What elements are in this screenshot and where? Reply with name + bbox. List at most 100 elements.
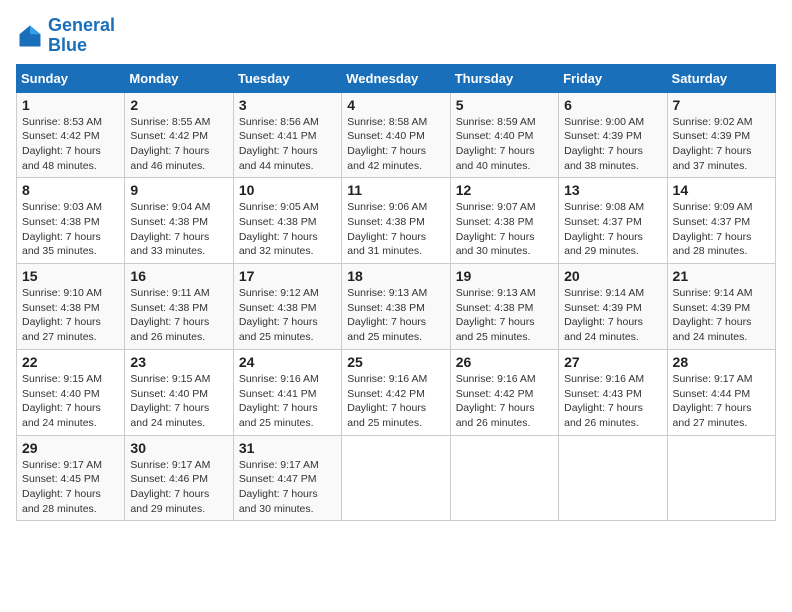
day-number: 25 [347,354,444,370]
daylight: Daylight: 7 hours and 42 minutes. [347,145,426,172]
day-number: 1 [22,97,119,113]
daylight: Daylight: 7 hours and 30 minutes. [456,231,535,258]
cell-info: Sunrise: 8:53 AM Sunset: 4:42 PM Dayligh… [22,115,119,174]
daylight: Daylight: 7 hours and 25 minutes. [239,402,318,429]
sunrise: Sunrise: 9:13 AM [347,287,427,299]
day-number: 3 [239,97,336,113]
cell-info: Sunrise: 9:13 AM Sunset: 4:38 PM Dayligh… [456,286,553,345]
calendar-cell: 12 Sunrise: 9:07 AM Sunset: 4:38 PM Dayl… [450,178,558,264]
calendar-cell: 22 Sunrise: 9:15 AM Sunset: 4:40 PM Dayl… [17,349,125,435]
calendar-cell: 3 Sunrise: 8:56 AM Sunset: 4:41 PM Dayli… [233,92,341,178]
daylight: Daylight: 7 hours and 25 minutes. [239,316,318,343]
day-number: 15 [22,268,119,284]
sunrise: Sunrise: 9:14 AM [564,287,644,299]
sunrise: Sunrise: 9:08 AM [564,201,644,213]
cell-info: Sunrise: 9:15 AM Sunset: 4:40 PM Dayligh… [22,372,119,431]
daylight: Daylight: 7 hours and 48 minutes. [22,145,101,172]
sunrise: Sunrise: 9:16 AM [456,373,536,385]
day-number: 26 [456,354,553,370]
day-number: 30 [130,440,227,456]
cell-info: Sunrise: 9:16 AM Sunset: 4:41 PM Dayligh… [239,372,336,431]
sunrise: Sunrise: 9:00 AM [564,116,644,128]
day-number: 19 [456,268,553,284]
calendar-cell [450,435,558,521]
day-number: 27 [564,354,661,370]
sunrise: Sunrise: 8:58 AM [347,116,427,128]
day-number: 23 [130,354,227,370]
day-number: 29 [22,440,119,456]
sunrise: Sunrise: 9:09 AM [673,201,753,213]
sunset: Sunset: 4:42 PM [130,130,208,142]
daylight: Daylight: 7 hours and 28 minutes. [22,488,101,515]
cell-info: Sunrise: 9:16 AM Sunset: 4:43 PM Dayligh… [564,372,661,431]
daylight: Daylight: 7 hours and 40 minutes. [456,145,535,172]
daylight: Daylight: 7 hours and 31 minutes. [347,231,426,258]
calendar-cell: 16 Sunrise: 9:11 AM Sunset: 4:38 PM Dayl… [125,264,233,350]
daylight: Daylight: 7 hours and 30 minutes. [239,488,318,515]
calendar-cell: 25 Sunrise: 9:16 AM Sunset: 4:42 PM Dayl… [342,349,450,435]
sunrise: Sunrise: 9:04 AM [130,201,210,213]
daylight: Daylight: 7 hours and 26 minutes. [130,316,209,343]
day-number: 9 [130,182,227,198]
sunrise: Sunrise: 9:17 AM [22,459,102,471]
daylight: Daylight: 7 hours and 29 minutes. [564,231,643,258]
daylight: Daylight: 7 hours and 25 minutes. [347,316,426,343]
day-number: 13 [564,182,661,198]
cell-info: Sunrise: 9:04 AM Sunset: 4:38 PM Dayligh… [130,200,227,259]
calendar-cell [667,435,775,521]
cell-info: Sunrise: 9:00 AM Sunset: 4:39 PM Dayligh… [564,115,661,174]
calendar-cell: 7 Sunrise: 9:02 AM Sunset: 4:39 PM Dayli… [667,92,775,178]
calendar-cell: 13 Sunrise: 9:08 AM Sunset: 4:37 PM Dayl… [559,178,667,264]
sunset: Sunset: 4:38 PM [22,302,100,314]
cell-info: Sunrise: 9:12 AM Sunset: 4:38 PM Dayligh… [239,286,336,345]
sunrise: Sunrise: 9:13 AM [456,287,536,299]
calendar-cell: 5 Sunrise: 8:59 AM Sunset: 4:40 PM Dayli… [450,92,558,178]
daylight: Daylight: 7 hours and 29 minutes. [130,488,209,515]
calendar-cell: 15 Sunrise: 9:10 AM Sunset: 4:38 PM Dayl… [17,264,125,350]
day-number: 20 [564,268,661,284]
sunset: Sunset: 4:42 PM [347,388,425,400]
sunset: Sunset: 4:41 PM [239,388,317,400]
cell-info: Sunrise: 9:09 AM Sunset: 4:37 PM Dayligh… [673,200,770,259]
day-number: 18 [347,268,444,284]
day-number: 11 [347,182,444,198]
day-number: 24 [239,354,336,370]
daylight: Daylight: 7 hours and 24 minutes. [22,402,101,429]
cell-info: Sunrise: 9:17 AM Sunset: 4:45 PM Dayligh… [22,458,119,517]
calendar-cell: 24 Sunrise: 9:16 AM Sunset: 4:41 PM Dayl… [233,349,341,435]
daylight: Daylight: 7 hours and 46 minutes. [130,145,209,172]
sunset: Sunset: 4:46 PM [130,473,208,485]
calendar-cell: 26 Sunrise: 9:16 AM Sunset: 4:42 PM Dayl… [450,349,558,435]
sunset: Sunset: 4:44 PM [673,388,751,400]
day-number: 4 [347,97,444,113]
logo-text: General Blue [48,16,115,56]
daylight: Daylight: 7 hours and 28 minutes. [673,231,752,258]
sunrise: Sunrise: 9:07 AM [456,201,536,213]
sunrise: Sunrise: 9:16 AM [347,373,427,385]
col-header-tuesday: Tuesday [233,64,341,92]
daylight: Daylight: 7 hours and 33 minutes. [130,231,209,258]
day-number: 17 [239,268,336,284]
sunset: Sunset: 4:37 PM [564,216,642,228]
cell-info: Sunrise: 9:14 AM Sunset: 4:39 PM Dayligh… [673,286,770,345]
sunrise: Sunrise: 9:17 AM [239,459,319,471]
sunset: Sunset: 4:39 PM [564,302,642,314]
day-number: 28 [673,354,770,370]
sunset: Sunset: 4:38 PM [456,302,534,314]
sunrise: Sunrise: 9:10 AM [22,287,102,299]
logo-icon [16,22,44,50]
cell-info: Sunrise: 9:14 AM Sunset: 4:39 PM Dayligh… [564,286,661,345]
calendar-cell: 14 Sunrise: 9:09 AM Sunset: 4:37 PM Dayl… [667,178,775,264]
sunrise: Sunrise: 8:56 AM [239,116,319,128]
calendar-cell: 28 Sunrise: 9:17 AM Sunset: 4:44 PM Dayl… [667,349,775,435]
sunrise: Sunrise: 9:14 AM [673,287,753,299]
sunrise: Sunrise: 9:15 AM [22,373,102,385]
sunrise: Sunrise: 9:15 AM [130,373,210,385]
cell-info: Sunrise: 9:13 AM Sunset: 4:38 PM Dayligh… [347,286,444,345]
cell-info: Sunrise: 9:10 AM Sunset: 4:38 PM Dayligh… [22,286,119,345]
cell-info: Sunrise: 9:16 AM Sunset: 4:42 PM Dayligh… [456,372,553,431]
sunset: Sunset: 4:38 PM [130,216,208,228]
col-header-thursday: Thursday [450,64,558,92]
calendar-cell: 31 Sunrise: 9:17 AM Sunset: 4:47 PM Dayl… [233,435,341,521]
calendar-cell: 30 Sunrise: 9:17 AM Sunset: 4:46 PM Dayl… [125,435,233,521]
